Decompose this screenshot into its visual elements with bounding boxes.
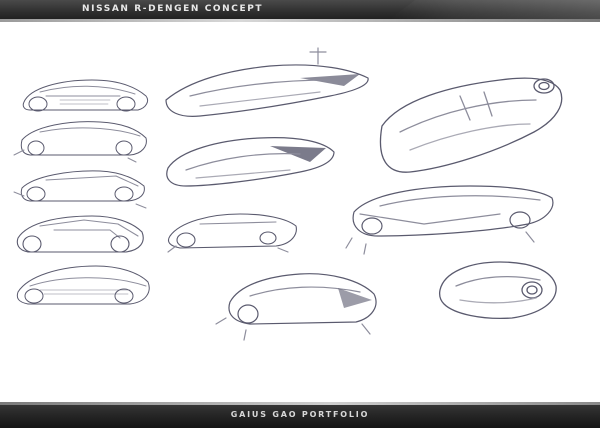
sketch-rear-perspective bbox=[215, 273, 377, 341]
footer-stripe bbox=[0, 402, 600, 405]
footer-bar: GAIUS GAO PORTFOLIO bbox=[0, 402, 600, 428]
sketch-side-view-3 bbox=[13, 170, 147, 209]
sketch-top-view bbox=[438, 261, 557, 320]
page-title: NISSAN R-DENGEN CONCEPT bbox=[82, 4, 264, 14]
sketch-sheet bbox=[0, 22, 600, 402]
sketch-side-view-2 bbox=[13, 121, 147, 163]
sketch-three-quarter-view bbox=[345, 185, 554, 255]
sketch-top-perspective-2 bbox=[166, 137, 335, 187]
sketch-side-view-5 bbox=[16, 265, 150, 305]
sketch-side-view-6 bbox=[167, 213, 297, 253]
sketch-large-perspective bbox=[379, 77, 563, 173]
sketch-top-perspective-1 bbox=[165, 47, 369, 117]
sketch-side-view-4 bbox=[16, 215, 144, 253]
footer-credit: GAIUS GAO PORTFOLIO bbox=[230, 410, 370, 419]
header-highlight bbox=[390, 0, 600, 19]
sketch-side-view-1 bbox=[22, 79, 149, 112]
header-bar: NISSAN R-DENGEN CONCEPT bbox=[0, 0, 600, 22]
